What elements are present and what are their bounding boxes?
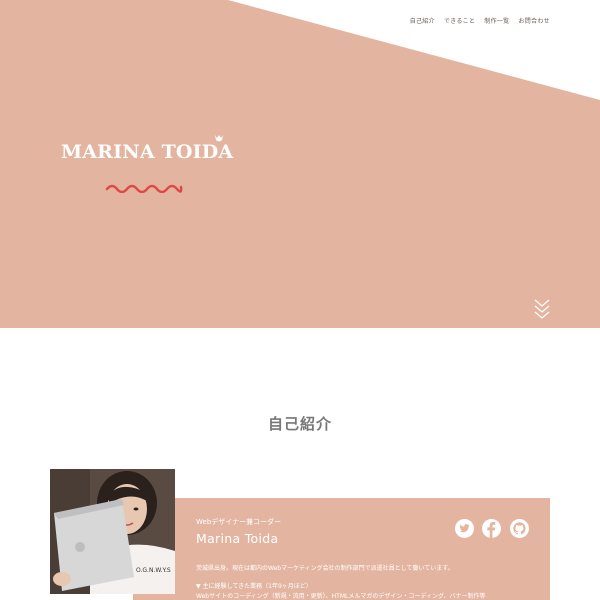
- nav-item-works[interactable]: 制作一覧: [484, 16, 509, 25]
- shirt-text: O.G.N.W.Y.S: [136, 567, 171, 574]
- nav-item-contact[interactable]: お問合わせ: [518, 16, 550, 25]
- main-nav: 自己紹介 できること 制作一覧 お問合わせ: [410, 16, 550, 25]
- profile-photo: O.G.N.W.Y.S: [50, 469, 175, 594]
- experience-detail: Webサイトのコーディング（新規・流用・更新）、HTMLメルマガのデザイン・コー…: [196, 593, 486, 600]
- profile-bio: 茨城県出身。現在は都内のWebマーケティング会社の制作部門で派遣社員として働いて…: [196, 565, 454, 572]
- nav-item-skills[interactable]: できること: [444, 16, 475, 25]
- hero-section: 自己紹介 できること 制作一覧 お問合わせ MARINA TOIDA: [0, 0, 600, 328]
- chevron-down-icon[interactable]: [533, 298, 551, 322]
- github-icon[interactable]: [510, 519, 529, 538]
- twitter-icon[interactable]: [455, 519, 474, 538]
- tulip-icon: [215, 135, 223, 142]
- experience-heading: ▼ 主に経験してきた業務（1年9ヶ月ほど）: [196, 583, 312, 590]
- facebook-icon[interactable]: [482, 519, 501, 538]
- wave-divider: [105, 184, 183, 193]
- site-logo[interactable]: MARINA TOIDA: [61, 135, 234, 171]
- profile-name: Marina Toida: [196, 531, 279, 546]
- section-title: 自己紹介: [267, 415, 332, 433]
- profile-photo-illustration: O.G.N.W.Y.S: [50, 469, 175, 594]
- profile-role: Webデザイナー兼コーダー: [196, 518, 282, 526]
- logo-text: MARINA TOIDA: [61, 141, 234, 163]
- hero-diagonal-shape: [228, 0, 600, 100]
- nav-item-about[interactable]: 自己紹介: [410, 16, 435, 25]
